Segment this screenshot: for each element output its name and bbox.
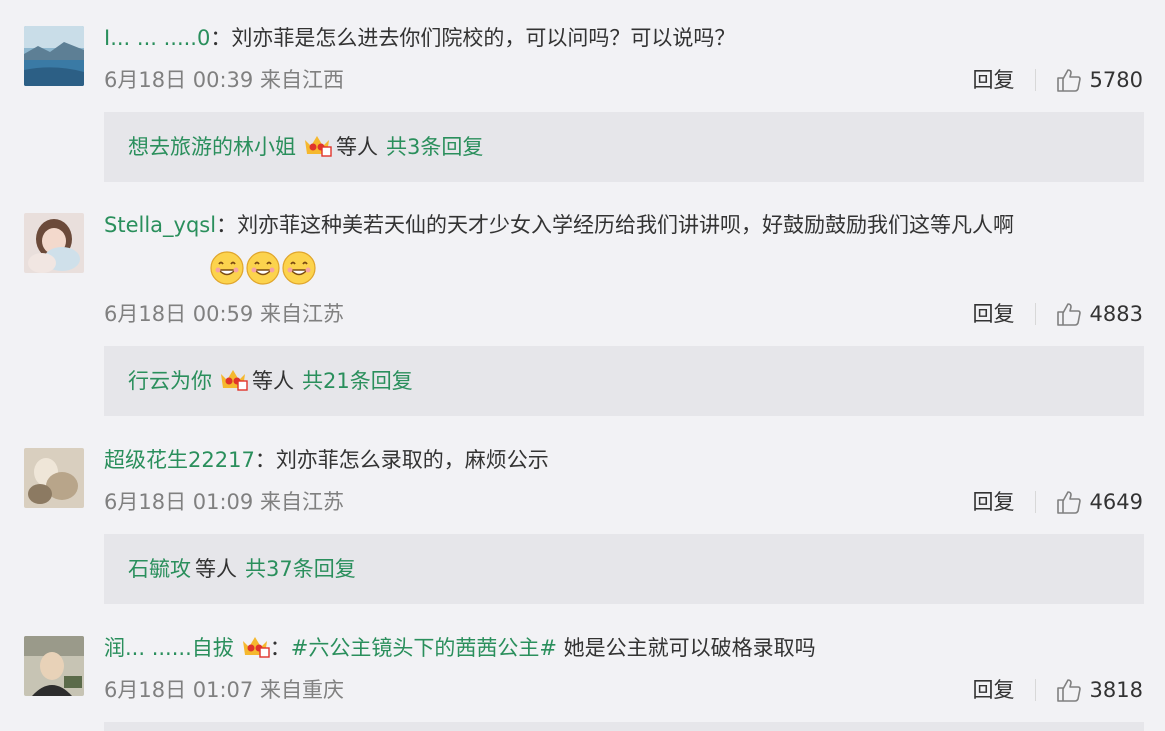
avatar[interactable] [24,213,84,273]
comment-username[interactable]: Stella_yqsl [104,213,216,237]
like-button[interactable]: 4883 [1056,300,1143,328]
divider [1034,69,1036,91]
divider [1034,303,1036,325]
comment-username[interactable]: 超级花生22217 [104,448,255,472]
like-button[interactable]: 4649 [1056,488,1143,516]
reply-summary[interactable] [104,722,1144,731]
comment-text: 刘亦菲是怎么进去你们院校的，可以问吗？可以说吗？ [231,26,736,50]
reply-button[interactable]: 回复 [973,488,1015,516]
comment-text: 刘亦菲这种美若天仙的天才少女入学经历给我们讲讲呗，好鼓励鼓励我们这等凡人啊 [237,213,1015,237]
reply-summary[interactable]: 石毓攻 等人 共37条回复 [104,534,1144,604]
avatar[interactable] [24,636,84,696]
comment-text: 她是公主就可以破格录取吗 [556,636,816,660]
comment-username[interactable]: 润... ......自拔 [104,636,234,660]
reply-username[interactable]: 行云为你 [128,369,212,393]
reply-button[interactable]: 回复 [973,66,1015,94]
grin-emoji-icon [282,251,316,285]
comment-time: 6月18日 01:07 来自重庆 [104,678,344,702]
comment-time: 6月18日 00:59 来自江苏 [104,302,344,326]
divider [1034,679,1036,701]
comment-time: 6月18日 01:09 来自江苏 [104,490,344,514]
divider [1034,491,1036,513]
like-count: 4649 [1089,490,1143,514]
like-count: 5780 [1089,68,1143,92]
reply-summary[interactable]: 行云为你 等人 共21条回复 [104,346,1144,416]
like-button[interactable]: 3818 [1056,676,1143,704]
reply-username[interactable]: 想去旅游的林小姐 [128,135,296,159]
grin-emoji-icon [210,251,244,285]
reply-button[interactable]: 回复 [973,300,1015,328]
grin-emoji-icon [246,251,280,285]
comment-time: 6月18日 00:39 来自江西 [104,68,344,92]
thumbs-up-icon [1056,303,1081,326]
like-count: 3818 [1089,678,1143,702]
avatar[interactable] [24,448,84,508]
reply-total-link[interactable]: 共37条回复 [245,557,356,581]
reply-others: 等人 [336,135,378,159]
crown-badge-icon [305,136,332,157]
reply-others: 等人 [195,557,237,581]
reply-total-link[interactable]: 共3条回复 [386,135,483,159]
hashtag-link[interactable]: #六公主镜头下的茜茜公主# [291,636,557,660]
emoji-group [208,249,316,296]
reply-total-link[interactable]: 共21条回复 [302,369,413,393]
like-button[interactable]: 5780 [1056,66,1143,94]
crown-badge-icon [221,370,248,391]
crown-badge-icon [242,637,270,658]
reply-others: 等人 [252,369,294,393]
thumbs-up-icon [1056,491,1081,514]
like-count: 4883 [1089,302,1143,326]
reply-username[interactable]: 石毓攻 [128,557,191,581]
comment-username[interactable]: I... ... .....0 [104,26,210,50]
reply-button[interactable]: 回复 [973,676,1015,704]
comment-text: 刘亦菲怎么录取的，麻烦公示 [275,448,549,472]
avatar[interactable] [24,26,84,86]
thumbs-up-icon [1056,69,1081,92]
thumbs-up-icon [1056,679,1081,702]
reply-summary[interactable]: 想去旅游的林小姐 等人 共3条回复 [104,112,1144,182]
